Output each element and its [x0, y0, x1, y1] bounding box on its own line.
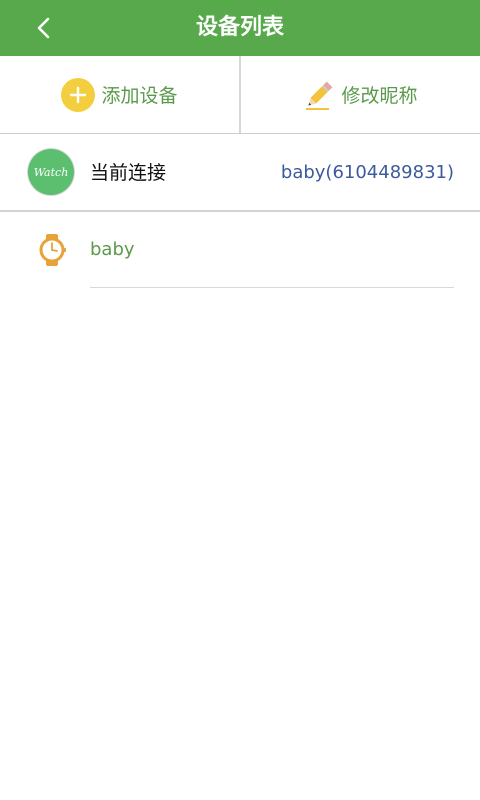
- add-device-button[interactable]: 添加设备: [0, 56, 239, 133]
- plus-circle-icon: [61, 77, 96, 112]
- current-connection-label: 当前连接: [90, 162, 167, 184]
- back-button[interactable]: [26, 10, 62, 46]
- edit-nickname-label: 修改昵称: [341, 85, 418, 107]
- current-connection-row: Watch 当前连接 baby(6104489831): [0, 134, 480, 212]
- watch-logo: Watch: [28, 149, 74, 195]
- watch-logo-text: Watch: [33, 165, 69, 179]
- device-name: baby: [90, 239, 135, 260]
- divider: [90, 287, 454, 288]
- chevron-left-icon: [37, 17, 50, 39]
- add-device-label: 添加设备: [101, 85, 178, 107]
- list-item[interactable]: baby: [0, 212, 480, 290]
- watch-icon: [39, 234, 66, 266]
- top-app-bar: 设备列表: [0, 0, 480, 56]
- current-connection-value: baby(6104489831): [280, 162, 454, 183]
- page-title: 设备列表: [195, 15, 284, 40]
- action-bar: 添加设备 修改昵称: [0, 56, 480, 134]
- edit-nickname-button[interactable]: 修改昵称: [239, 56, 480, 133]
- pencil-icon: [306, 81, 333, 110]
